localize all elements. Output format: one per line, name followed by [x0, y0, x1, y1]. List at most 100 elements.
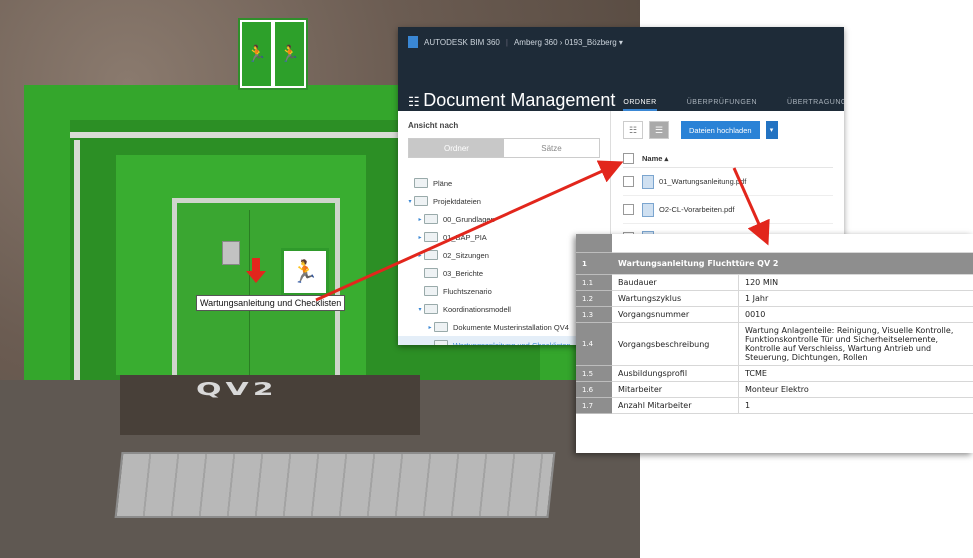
view-by-label: Ansicht nach: [408, 121, 459, 130]
grid-icon[interactable]: ☷: [408, 94, 423, 109]
grid-view-icon[interactable]: ☷: [623, 121, 643, 139]
table-row: 1.1 Baudauer 120 MIN: [576, 274, 973, 291]
folder-icon: [424, 232, 438, 242]
file-checkbox[interactable]: [623, 176, 634, 187]
file-checkbox[interactable]: [623, 204, 634, 215]
tree-toggle-icon[interactable]: ▸: [426, 324, 434, 331]
tree-item-label: 03_Berichte: [443, 268, 484, 278]
table-cell-value: 1 Jahr: [738, 290, 973, 307]
table-cell-num: 1.3: [576, 306, 612, 323]
table-cell-value: 120 MIN: [738, 274, 973, 291]
tree-item-label: 02_Sitzungen: [443, 250, 489, 260]
table-cell-num: 1.5: [576, 365, 612, 382]
toggle-saetze[interactable]: Sätze: [504, 139, 599, 157]
table-cell-value: Monteur Elektro: [738, 381, 973, 398]
list-view-icon[interactable]: ☰: [649, 121, 669, 139]
table-cell-num: 1.7: [576, 397, 612, 414]
folder-icon: [424, 268, 438, 278]
name-column-header[interactable]: Name ▴: [642, 154, 668, 163]
tree-toggle-icon[interactable]: ▾: [406, 198, 414, 205]
tree-item-label: Wartungsanleitung und Checklisten: [453, 340, 571, 346]
table-cell-label: Baudauer: [612, 274, 739, 291]
folder-icon: [424, 286, 438, 296]
tab-ueberpruefungen[interactable]: ÜBERPRÜFUNGEN: [687, 99, 757, 111]
scene-callout[interactable]: Wartungsanleitung und Checklisten: [196, 295, 346, 311]
folder-icon: [434, 322, 448, 332]
folder-icon: [424, 250, 438, 260]
table-cell-label: Vorgangsnummer: [612, 306, 739, 323]
table-cell-value: 1: [738, 397, 973, 414]
control-box: [222, 241, 240, 265]
table-cell-label: Mitarbeiter: [612, 381, 739, 398]
exit-sign-ceiling: 🏃 🏃: [238, 18, 308, 90]
header-number: 1: [576, 252, 612, 275]
file-list-header: Name ▴: [623, 149, 833, 168]
door-split-line: [249, 210, 250, 375]
tree-toggle-icon[interactable]: ▸: [416, 216, 424, 223]
exit-sign-door-icon: 🏃: [281, 248, 329, 296]
file-row[interactable]: 01_Wartungsanleitung.pdf: [623, 168, 833, 196]
pdf-file-icon: [642, 202, 654, 217]
view-toggle: Ordner Sätze: [408, 138, 600, 158]
tree-item-label: Projektdateien: [433, 196, 481, 206]
table-row: 1.3 Vorgangsnummer 0010: [576, 306, 973, 323]
autodesk-logo-icon: [408, 36, 418, 48]
tab-uebertragung[interactable]: ÜBERTRAGUNG: [787, 99, 844, 111]
table-cell-num: 1.2: [576, 290, 612, 307]
table-cell-num: 1.1: [576, 274, 612, 291]
pdf-file-icon: [642, 174, 654, 189]
tree-item-label: 01_BAP_PIA: [443, 232, 487, 242]
select-all-checkbox[interactable]: [623, 152, 634, 164]
floor-marking: QV2: [196, 379, 278, 400]
bim360-header: ☷ Document Management ORDNER ÜBERPRÜFUNG…: [398, 57, 844, 119]
table-row: 1.4 Vorgangsbeschreibung Wartung Anlagente…: [576, 322, 973, 366]
table-cell-value: TCME: [738, 365, 973, 382]
tree-item[interactable]: Pläne: [398, 174, 610, 192]
tree-item-label: Pläne: [433, 178, 453, 188]
folder-icon: [424, 304, 438, 314]
brand-label: AUTODESK BIM 360: [424, 37, 500, 47]
portal-frame-left: [74, 140, 80, 380]
tab-ordner[interactable]: ORDNER: [623, 99, 657, 111]
tree-item-label: 00_Grundlagen: [443, 214, 495, 224]
table-cell-value: Wartung Anlagenteile: Reinigung, Visuell…: [738, 322, 973, 366]
project-breadcrumb[interactable]: Amberg 360 › 0193_Bözberg ▾: [514, 38, 623, 47]
table-cell-label: Vorgangsbeschreibung: [612, 322, 739, 366]
table-cell-label: Ausbildungsprofil: [612, 365, 739, 382]
tree-item[interactable]: ▸ 00_Grundlagen: [398, 210, 610, 228]
table-cell-label: Wartungszyklus: [612, 290, 739, 307]
tree-toggle-icon[interactable]: ▸: [416, 234, 424, 241]
folder-icon: [414, 196, 428, 206]
tree-item-label: Fluchtszenario: [443, 286, 492, 296]
table-header-row: 1 Wartungsanleitung Fluchttüre QV 2: [576, 252, 973, 275]
folder-icon: [434, 340, 448, 345]
floor-grate: [114, 452, 556, 518]
maintenance-table: 1 Wartungsanleitung Fluchttüre QV 2 1.1 B…: [576, 234, 973, 453]
table-cell-label: Anzahl Mitarbeiter: [612, 397, 739, 414]
table-row: 1.2 Wartungszyklus 1 Jahr: [576, 290, 973, 307]
bim360-topbar: AUTODESK BIM 360 | Amberg 360 › 0193_Böz…: [398, 27, 844, 57]
page-title: ☷ Document Management: [408, 90, 616, 110]
file-toolbar: ☷ ☰ Dateien hochladen ▾: [623, 121, 844, 139]
table-cell-value: 0010: [738, 306, 973, 323]
file-name[interactable]: 01_Wartungsanleitung.pdf: [659, 177, 746, 186]
table-title: Wartungsanleitung Fluchttüre QV 2: [612, 252, 973, 275]
chevron-down-icon[interactable]: ▾: [765, 121, 778, 139]
tree-toggle-icon[interactable]: ▾: [416, 306, 424, 313]
tree-item-label: Dokumente Musterinstallation QV4: [453, 322, 569, 332]
running-man-icon: 🏃: [275, 22, 304, 86]
upload-button[interactable]: Dateien hochladen: [681, 121, 760, 139]
table-row: 1.6 Mitarbeiter Monteur Elektro: [576, 381, 973, 398]
running-man-icon: 🏃: [242, 22, 271, 86]
folder-icon: [414, 178, 428, 188]
file-row[interactable]: O2-CL-Vorarbeiten.pdf: [623, 196, 833, 224]
table-cell-num: 1.4: [576, 322, 612, 366]
table-row: 1.7 Anzahl Mitarbeiter 1: [576, 397, 973, 414]
folder-icon: [424, 214, 438, 224]
tree-item[interactable]: ▾ Projektdateien: [398, 192, 610, 210]
toggle-ordner[interactable]: Ordner: [409, 139, 504, 157]
table-row: 1.5 Ausbildungsprofil TCME: [576, 365, 973, 382]
tree-toggle-icon[interactable]: ▸: [416, 252, 424, 259]
tree-item-label: Koordinationsmodell: [443, 304, 511, 314]
file-name[interactable]: O2-CL-Vorarbeiten.pdf: [659, 205, 734, 214]
